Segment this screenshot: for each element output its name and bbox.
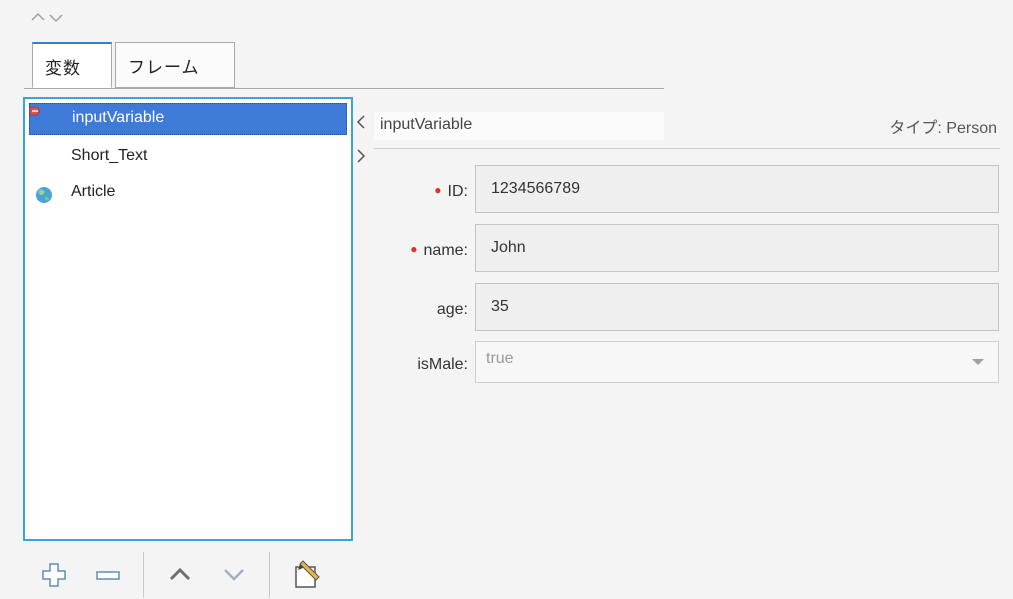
id-field[interactable]: 1234566789 bbox=[475, 165, 999, 213]
field-label-ismale: isMale: bbox=[417, 356, 468, 374]
variable-list[interactable]: inputVariable Short_Text Article bbox=[23, 97, 353, 541]
tab-frames-label: フレーム bbox=[128, 58, 200, 77]
add-variable-button[interactable] bbox=[37, 558, 71, 592]
next-button[interactable] bbox=[354, 146, 368, 166]
field-label-text: name: bbox=[423, 242, 468, 259]
move-down-icon bbox=[224, 569, 244, 581]
input-variable-icon bbox=[29, 106, 41, 116]
required-marker: ● bbox=[410, 242, 418, 256]
detail-divider bbox=[374, 148, 1000, 149]
variable-item-short-text[interactable]: Short_Text bbox=[25, 142, 351, 174]
ismale-select-value: true bbox=[486, 350, 514, 367]
variable-label: Short_Text bbox=[71, 147, 148, 164]
globe-icon bbox=[36, 187, 52, 203]
move-down-button[interactable] bbox=[217, 558, 251, 592]
field-label-text: isMale: bbox=[417, 356, 468, 373]
chevron-right-icon bbox=[357, 149, 366, 163]
tab-bar: 変数 フレーム bbox=[24, 42, 664, 90]
tab-frames[interactable]: フレーム bbox=[115, 42, 235, 88]
move-up-button[interactable] bbox=[163, 558, 197, 592]
field-label-text: age: bbox=[436, 301, 468, 318]
id-field-value: 1234566789 bbox=[491, 180, 580, 197]
variable-item-article[interactable]: Article bbox=[25, 178, 351, 210]
move-up-icon bbox=[169, 567, 191, 581]
variable-label: Article bbox=[71, 183, 116, 200]
variable-toolbar bbox=[23, 548, 363, 599]
field-label-text: ID: bbox=[447, 183, 468, 200]
chevron-left-icon bbox=[356, 115, 365, 129]
detail-title: inputVariable bbox=[380, 116, 473, 133]
ismale-select[interactable]: true bbox=[475, 341, 999, 383]
remove-icon bbox=[96, 571, 120, 580]
previous-button[interactable] bbox=[354, 112, 368, 132]
age-field-value: 35 bbox=[491, 298, 509, 315]
name-field-value: John bbox=[491, 239, 526, 256]
add-icon bbox=[42, 563, 66, 587]
chevron-down-icon bbox=[49, 14, 63, 23]
field-label-age: age: bbox=[437, 301, 468, 319]
tab-variables[interactable]: 変数 bbox=[32, 42, 112, 88]
dropdown-arrow-icon bbox=[972, 359, 984, 365]
variable-item-inputvariable[interactable]: inputVariable bbox=[29, 103, 347, 135]
toolbar-separator bbox=[269, 552, 270, 598]
name-field[interactable]: John bbox=[475, 224, 999, 272]
collapse-arrows[interactable] bbox=[30, 8, 80, 28]
edit-note-icon bbox=[295, 560, 320, 588]
chevron-up-icon bbox=[31, 12, 45, 21]
toolbar-separator bbox=[143, 552, 144, 598]
remove-variable-button[interactable] bbox=[91, 558, 125, 592]
tab-variables-label: 変数 bbox=[45, 59, 81, 78]
field-label-id: ● ID: bbox=[434, 183, 468, 201]
field-label-name: ● name: bbox=[410, 242, 468, 260]
required-marker: ● bbox=[434, 183, 442, 197]
tab-divider bbox=[24, 88, 664, 89]
variable-label: inputVariable bbox=[72, 109, 165, 126]
edit-variable-button[interactable] bbox=[289, 558, 323, 592]
detail-type-label: タイプ: Person bbox=[889, 120, 997, 137]
age-field[interactable]: 35 bbox=[475, 283, 999, 331]
